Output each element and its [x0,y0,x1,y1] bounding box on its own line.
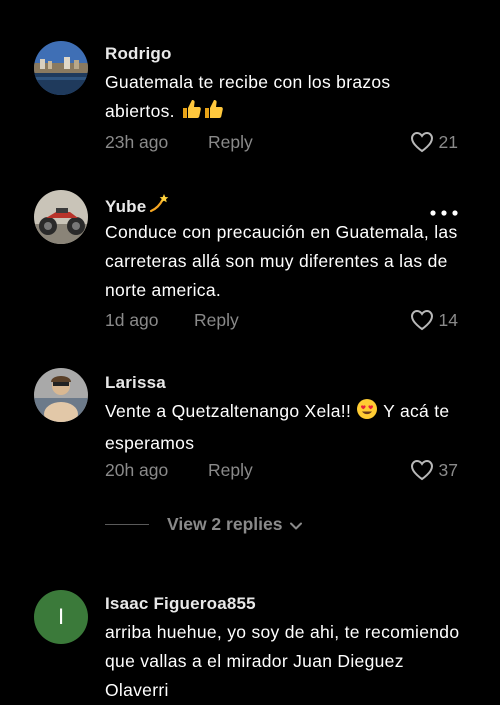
reply-button[interactable]: Reply [194,310,239,331]
comment-text: Conduce con precaución en Guatemala, las… [105,222,458,300]
reply-button[interactable]: Reply [208,132,253,153]
avatar[interactable] [34,368,88,422]
like-button[interactable]: 21 [410,131,458,153]
avatar-initial: I [57,604,65,629]
comment-timestamp: 23h ago [105,132,169,152]
like-count: 37 [438,459,458,480]
heart-eyes-icon [356,398,378,429]
view-replies-label: View 2 replies [167,514,283,534]
avatar-image [34,41,88,95]
avatar-image [34,190,88,244]
comment-author[interactable]: Isaac Figueroa855 [105,594,256,614]
comment-author[interactable]: Rodrigo [105,44,172,64]
like-count: 21 [438,131,458,152]
thumbs-up-icon [202,98,224,129]
heart-icon [410,459,433,481]
comment-author-name: Yube [105,196,147,216]
comment-text: arriba huehue, yo soy de ahi, te recomie… [105,622,460,700]
like-button[interactable]: 37 [410,459,458,481]
reply-button[interactable]: Reply [208,460,253,481]
comment-author[interactable]: Larissa [105,373,166,393]
avatar[interactable] [34,41,88,95]
dizzy-icon [148,193,170,220]
comment-author[interactable]: Yube [105,193,170,220]
avatar[interactable]: I [34,590,88,644]
comment-text: Vente a Quetzaltenango Xela!! Y acá te e… [105,397,465,458]
comment-timestamp: 20h ago [105,460,169,480]
avatar-image [34,368,88,422]
thumbs-up-icon [180,98,202,129]
comment-timestamp: 1d ago [105,310,159,330]
avatar[interactable] [34,190,88,244]
comment-text-main: Guatemala te recibe con los brazos abier… [105,72,391,121]
view-replies-button[interactable]: View 2 replies [105,514,303,535]
like-count: 14 [438,309,458,330]
comment-text-part: Vente a Quetzaltenango Xela!! [105,401,352,421]
heart-icon [410,131,433,153]
heart-icon [410,309,433,331]
like-button[interactable]: 14 [410,309,458,331]
comment-text: Guatemala te recibe con los brazos abier… [105,68,465,129]
divider [105,524,149,525]
chevron-down-icon [290,514,303,535]
